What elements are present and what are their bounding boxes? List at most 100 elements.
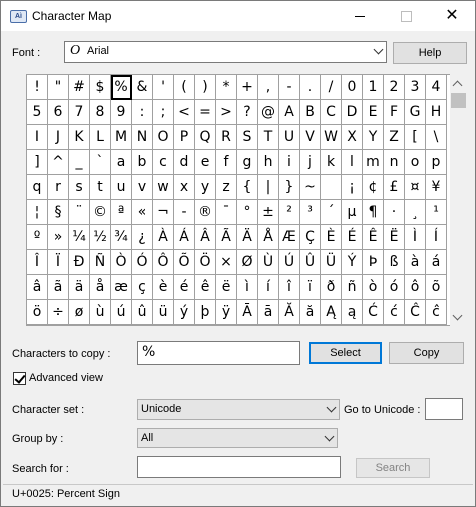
character-cell[interactable]: 9: [111, 100, 132, 125]
character-cell[interactable]: +: [237, 75, 258, 100]
character-cell[interactable]: F: [384, 100, 405, 125]
character-cell[interactable]: a: [111, 150, 132, 175]
character-cell[interactable]: m: [363, 150, 384, 175]
character-cell[interactable]: h: [258, 150, 279, 175]
character-cell[interactable]: ß: [384, 250, 405, 275]
character-cell[interactable]: Î: [27, 250, 48, 275]
character-cell[interactable]: -: [174, 200, 195, 225]
character-cell[interactable]: ô: [405, 275, 426, 300]
character-cell[interactable]: ù: [90, 300, 111, 325]
help-button[interactable]: Help: [393, 42, 467, 64]
character-cell[interactable]: ¹: [426, 200, 447, 225]
character-cell[interactable]: W: [321, 125, 342, 150]
character-cell[interactable]: v: [132, 175, 153, 200]
character-cell[interactable]: e: [195, 150, 216, 175]
character-cell[interactable]: i: [279, 150, 300, 175]
character-cell[interactable]: 8: [90, 100, 111, 125]
character-cell[interactable]: {: [237, 175, 258, 200]
character-cell[interactable]: S: [237, 125, 258, 150]
advanced-view-label[interactable]: Advanced view: [29, 372, 103, 384]
character-cell[interactable]: ü: [153, 300, 174, 325]
character-cell[interactable]: ö: [27, 300, 48, 325]
character-cell[interactable]: A: [279, 100, 300, 125]
character-cell[interactable]: ½: [90, 225, 111, 250]
maximize-button[interactable]: [383, 1, 429, 31]
character-cell[interactable]: ±: [258, 200, 279, 225]
character-cell[interactable]: %: [111, 75, 132, 100]
character-cell[interactable]: Ð: [69, 250, 90, 275]
copy-button[interactable]: Copy: [389, 342, 464, 364]
minimize-button[interactable]: [337, 1, 383, 31]
character-cell[interactable]: 4: [426, 75, 447, 100]
character-cell[interactable]: :: [132, 100, 153, 125]
character-cell[interactable]: D: [342, 100, 363, 125]
character-cell[interactable]: x: [174, 175, 195, 200]
character-cell[interactable]: Â: [195, 225, 216, 250]
character-cell[interactable]: ÷: [48, 300, 69, 325]
character-cell[interactable]: ©: [90, 200, 111, 225]
character-cell[interactable]: P: [174, 125, 195, 150]
character-cell[interactable]: Ñ: [90, 250, 111, 275]
character-cell[interactable]: V: [300, 125, 321, 150]
character-cell[interactable]: ²: [279, 200, 300, 225]
character-cell[interactable]: J: [48, 125, 69, 150]
character-cell[interactable]: Ô: [153, 250, 174, 275]
character-cell[interactable]: ¬: [153, 200, 174, 225]
character-cell[interactable]: B: [300, 100, 321, 125]
character-cell[interactable]: Z: [384, 125, 405, 150]
character-cell[interactable]: µ: [342, 200, 363, 225]
character-cell[interactable]: *: [216, 75, 237, 100]
character-cell[interactable]: å: [90, 275, 111, 300]
character-cell[interactable]: Í: [426, 225, 447, 250]
character-cell[interactable]: H: [426, 100, 447, 125]
character-cell[interactable]: ~: [300, 175, 321, 200]
character-cell[interactable]: ç: [132, 275, 153, 300]
character-cell[interactable]: £: [384, 175, 405, 200]
close-button[interactable]: ✕: [429, 1, 475, 31]
character-cell[interactable]: ÿ: [216, 300, 237, 325]
character-cell[interactable]: È: [321, 225, 342, 250]
character-cell[interactable]: `: [90, 150, 111, 175]
character-cell[interactable]: _: [69, 150, 90, 175]
character-cell[interactable]: ą: [342, 300, 363, 325]
character-cell[interactable]: M: [111, 125, 132, 150]
character-cell[interactable]: Ï: [48, 250, 69, 275]
character-cell[interactable]: p: [426, 150, 447, 175]
character-cell[interactable]: w: [153, 175, 174, 200]
character-cell[interactable]: Q: [195, 125, 216, 150]
character-cell[interactable]: s: [69, 175, 90, 200]
character-cell[interactable]: ă: [300, 300, 321, 325]
character-cell[interactable]: n: [384, 150, 405, 175]
character-cell[interactable]: <: [174, 100, 195, 125]
character-cell[interactable]: ): [195, 75, 216, 100]
character-cell[interactable]: G: [405, 100, 426, 125]
character-cell[interactable]: ĉ: [426, 300, 447, 325]
character-cell[interactable]: Ú: [279, 250, 300, 275]
character-cell[interactable]: @: [258, 100, 279, 125]
character-cell[interactable]: Õ: [174, 250, 195, 275]
character-cell[interactable]: Ä: [237, 225, 258, 250]
character-cell[interactable]: I: [27, 125, 48, 150]
character-cell[interactable]: 7: [69, 100, 90, 125]
character-cell[interactable]: k: [321, 150, 342, 175]
character-cell[interactable]: Ø: [237, 250, 258, 275]
character-cell[interactable]: ': [153, 75, 174, 100]
character-cell[interactable]: ¢: [363, 175, 384, 200]
character-cell[interactable]: Á: [174, 225, 195, 250]
character-cell[interactable]: Ö: [195, 250, 216, 275]
character-cell[interactable]: g: [237, 150, 258, 175]
character-cell[interactable]: ?: [237, 100, 258, 125]
character-cell[interactable]: f: [216, 150, 237, 175]
character-cell[interactable]: Ó: [132, 250, 153, 275]
character-cell[interactable]: N: [132, 125, 153, 150]
character-cell[interactable]: ï: [300, 275, 321, 300]
character-cell[interactable]: ¥: [426, 175, 447, 200]
character-cell[interactable]: \: [426, 125, 447, 150]
character-cell[interactable]: ;: [153, 100, 174, 125]
character-cell[interactable]: ]: [27, 150, 48, 175]
character-cell[interactable]: R: [216, 125, 237, 150]
character-cell[interactable]: Ë: [384, 225, 405, 250]
character-cell[interactable]: ê: [195, 275, 216, 300]
character-cell[interactable]: $: [90, 75, 111, 100]
character-cell[interactable]: ¨: [69, 200, 90, 225]
